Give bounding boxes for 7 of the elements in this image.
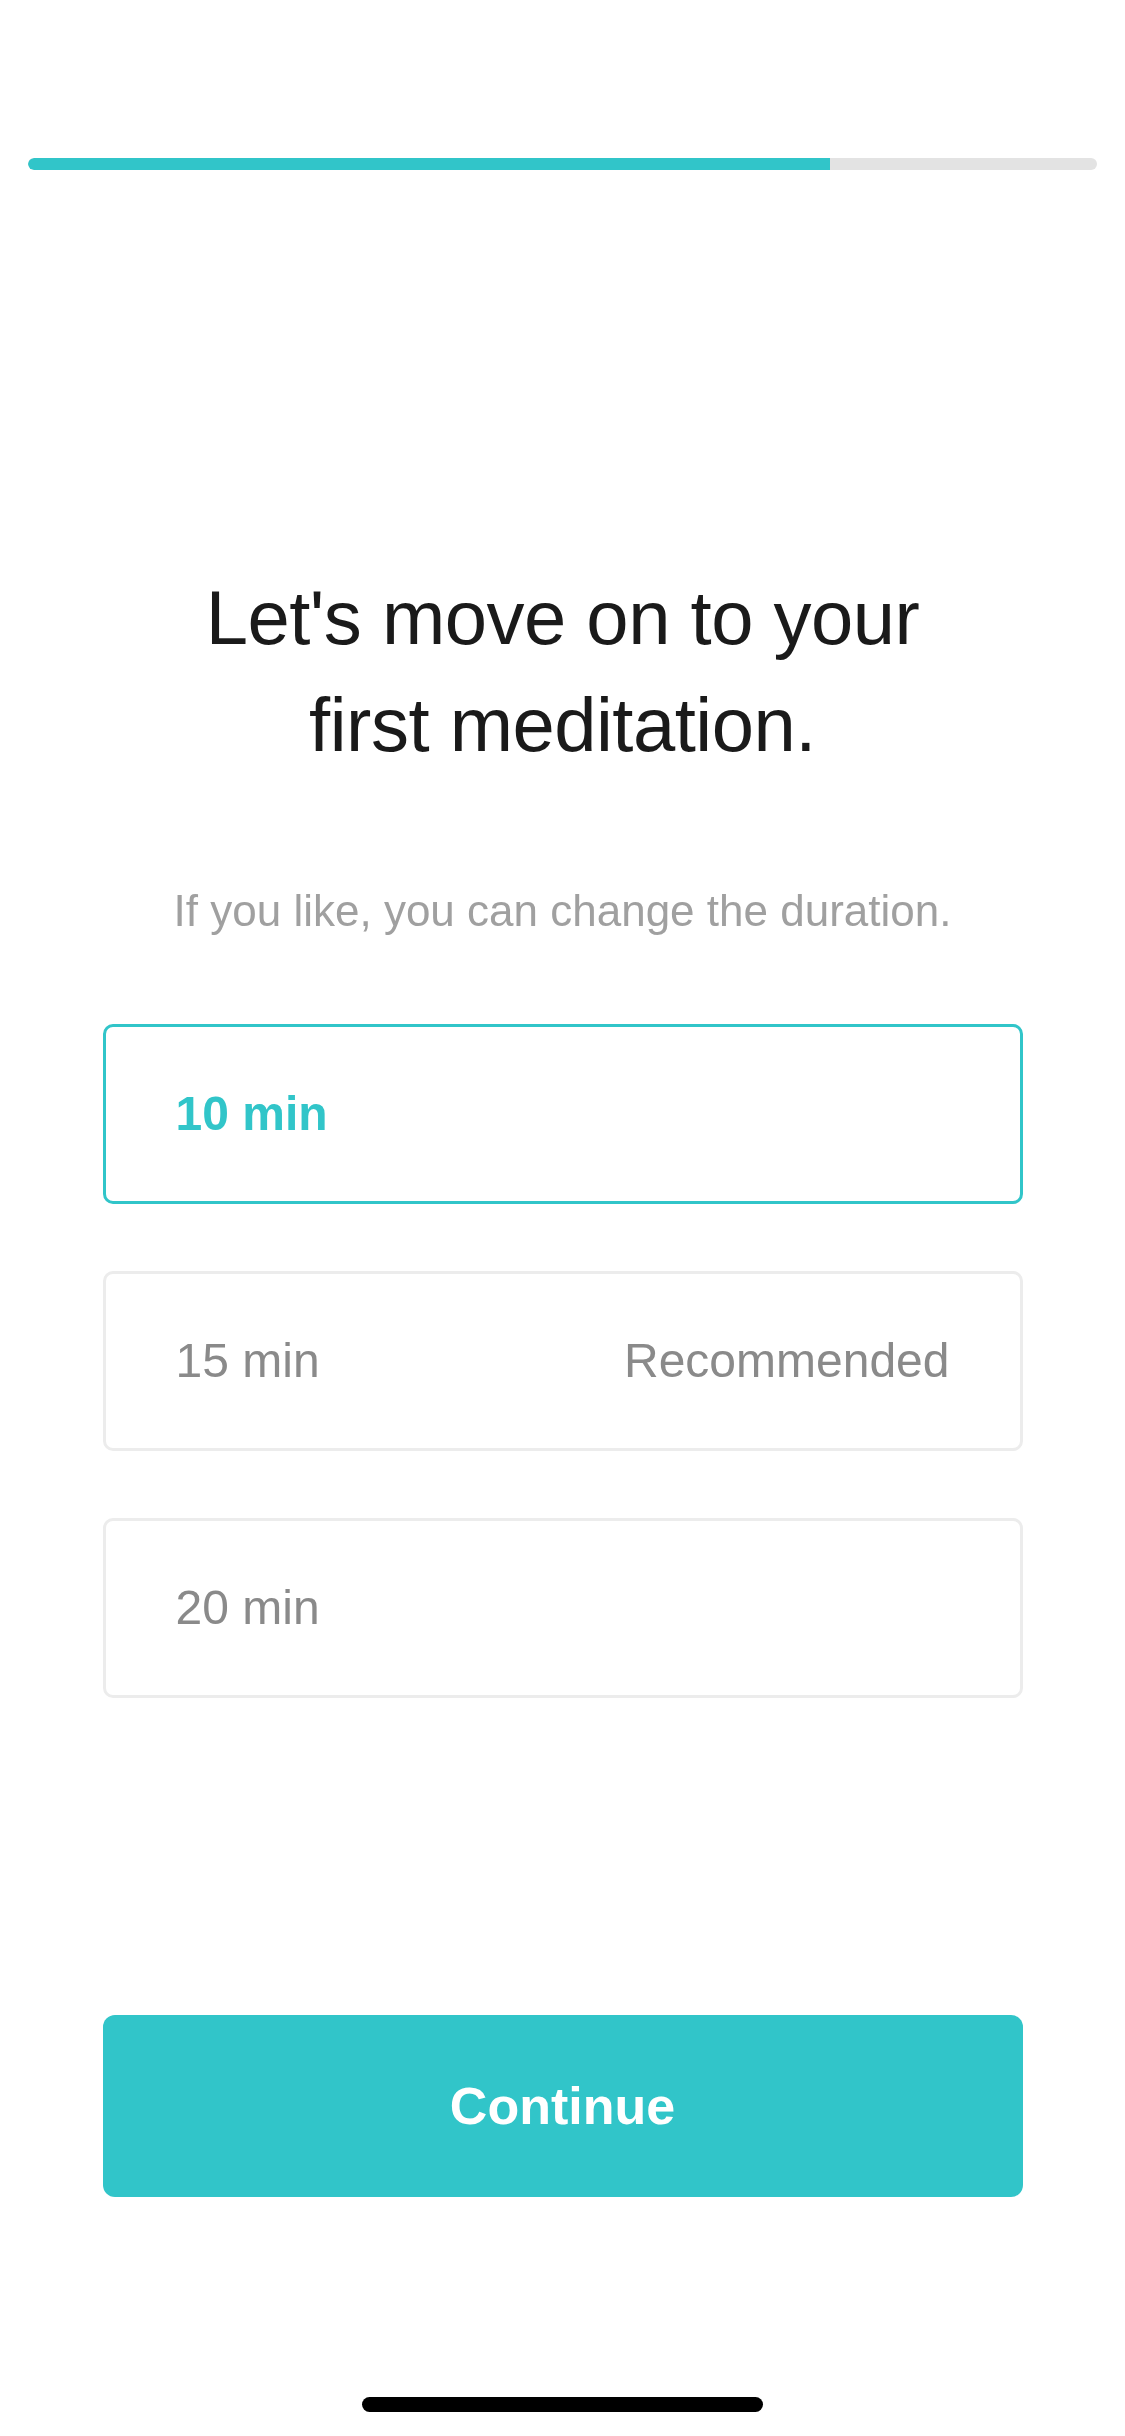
duration-option[interactable]: 20 min	[102, 1518, 1023, 1698]
recommended-label: Recommended	[624, 1333, 950, 1389]
duration-option[interactable]: 10 min	[102, 1024, 1023, 1204]
subtitle-text: If you like, you can change the duration.	[173, 885, 952, 937]
duration-option[interactable]: 15 min Recommended	[102, 1271, 1023, 1451]
continue-button[interactable]: Continue	[102, 2015, 1023, 2197]
screen-title: Let's move on to your first meditation.	[204, 574, 921, 769]
